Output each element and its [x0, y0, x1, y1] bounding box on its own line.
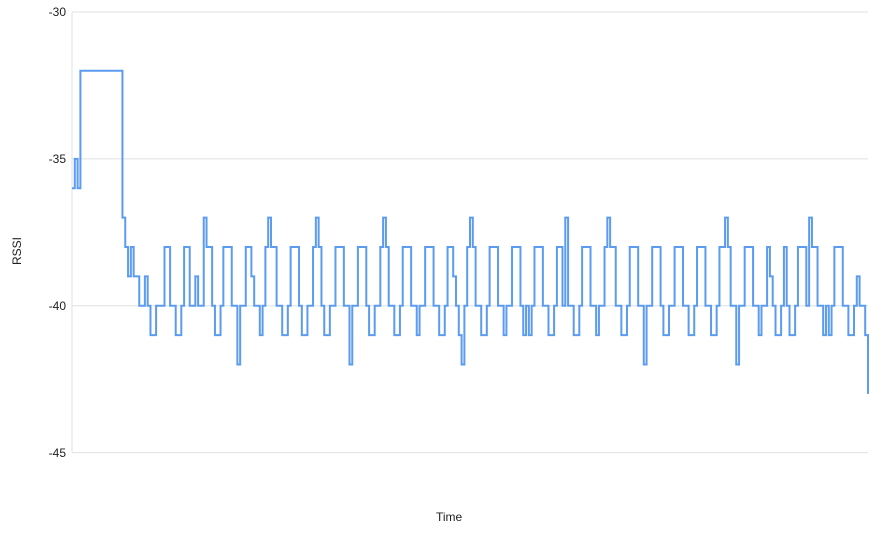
chart-plot [0, 0, 886, 536]
chart-container: RSSI Time -30 -35 -40 -45 [0, 0, 886, 536]
rssi-series-line [72, 71, 868, 394]
